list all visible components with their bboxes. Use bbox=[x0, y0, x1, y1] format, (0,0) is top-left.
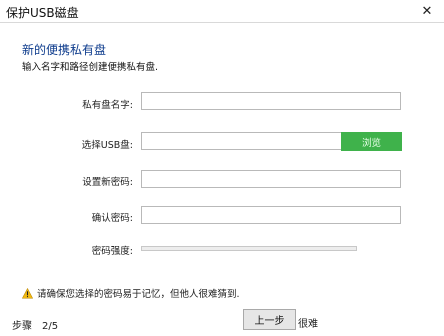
password-hint: 请确保您选择的密码易于记忆，但他人很难猜到. bbox=[22, 286, 240, 300]
previous-button[interactable]: 上一步 bbox=[243, 309, 296, 330]
confirm-password-label: 确认密码: bbox=[91, 213, 133, 224]
confirm-password-input[interactable] bbox=[141, 206, 401, 224]
usb-path-input[interactable] bbox=[141, 132, 342, 150]
page-title: 新的便携私有盘 bbox=[22, 43, 107, 57]
password-strength-label: 密码强度: bbox=[91, 246, 133, 257]
next-button[interactable]: 很难 bbox=[298, 315, 318, 330]
page-subtitle: 输入名字和路径创建便携私有盘. bbox=[22, 62, 159, 73]
new-password-input[interactable] bbox=[141, 170, 401, 188]
step-value: 2/5 bbox=[42, 321, 59, 332]
password-strength-bar bbox=[141, 246, 357, 251]
private-disk-name-input[interactable] bbox=[141, 92, 401, 110]
step-indicator: 步骤 2/5 bbox=[12, 317, 58, 332]
dialog-body: 新的便携私有盘 输入名字和路径创建便携私有盘. 私有盘名字: 选择USB盘: 浏… bbox=[0, 22, 444, 336]
step-label: 步骤 bbox=[12, 321, 32, 332]
close-icon[interactable]: ✕ bbox=[410, 0, 444, 22]
title-bar: 保护USB磁盘 ✕ bbox=[0, 0, 444, 22]
browse-button[interactable]: 浏览 bbox=[341, 132, 402, 151]
new-password-label: 设置新密码: bbox=[82, 177, 133, 188]
name-label: 私有盘名字: bbox=[82, 100, 133, 111]
warning-text: 请确保您选择的密码易于记忆，但他人很难猜到. bbox=[37, 289, 240, 300]
usb-label: 选择USB盘: bbox=[81, 140, 133, 151]
window-title: 保护USB磁盘 bbox=[6, 6, 79, 20]
warning-icon bbox=[22, 287, 33, 299]
